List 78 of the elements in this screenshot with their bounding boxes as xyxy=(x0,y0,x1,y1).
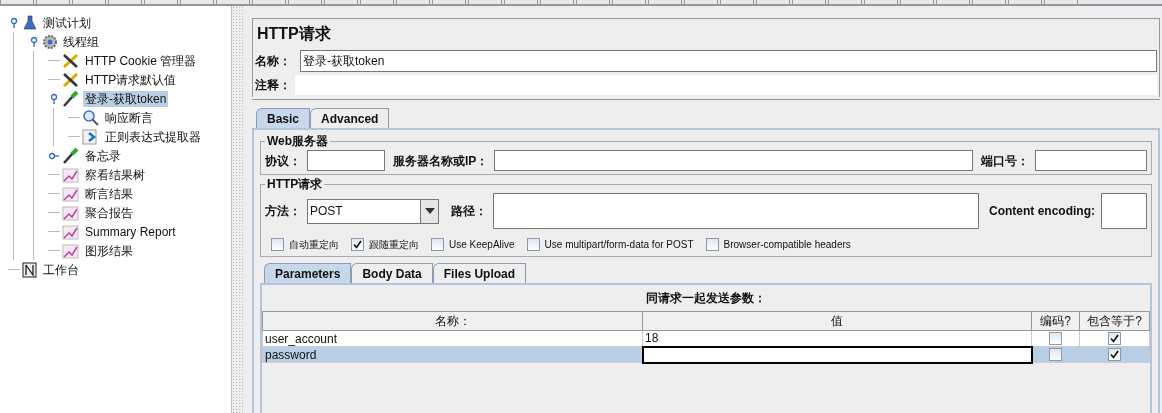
protocol-field[interactable] xyxy=(307,150,385,171)
tree-item[interactable]: 测试计划 xyxy=(41,14,93,31)
tree-item[interactable]: 察看结果树 xyxy=(83,166,147,183)
chart-icon xyxy=(62,204,80,221)
tree-item[interactable]: 断言结果 xyxy=(83,185,135,202)
tree-item[interactable]: 线程组 xyxy=(61,33,101,50)
option-label: Use KeepAlive xyxy=(449,238,515,252)
chart-icon xyxy=(62,185,80,202)
server-field[interactable] xyxy=(494,150,973,171)
port-field[interactable] xyxy=(1035,150,1147,171)
option-label: 自动重定向 xyxy=(289,238,339,252)
tree-item[interactable]: 响应断言 xyxy=(103,109,155,126)
field-label: Content encoding: xyxy=(989,203,1095,220)
pipette-icon xyxy=(62,147,80,164)
chart-icon xyxy=(62,242,80,259)
field-label: 注释： xyxy=(255,77,292,94)
field-label: 协议： xyxy=(265,152,301,170)
field-label: 路径： xyxy=(451,203,487,220)
tree-item[interactable]: 登录-获取token xyxy=(83,90,169,107)
check-icon xyxy=(353,240,362,249)
tree-item[interactable]: 图形结果 xyxy=(83,242,135,259)
tab[interactable]: Files Upload xyxy=(432,263,527,283)
tree-item[interactable]: HTTP Cookie 管理器 xyxy=(83,52,199,69)
tab[interactable]: Parameters xyxy=(264,263,352,283)
tab[interactable]: Body Data xyxy=(351,263,433,283)
collapse-handle-icon[interactable] xyxy=(48,150,60,161)
section-title: Web服务器 xyxy=(266,133,330,150)
tree-item[interactable]: 备忘录 xyxy=(83,147,123,164)
section-title: HTTP请求 xyxy=(266,176,324,193)
tools-icon xyxy=(62,71,80,88)
field-label: 名称： xyxy=(255,53,292,70)
gear-icon xyxy=(42,33,58,50)
caret-icon xyxy=(424,208,435,214)
field-label: 方法： xyxy=(265,203,301,220)
table-cell: password xyxy=(262,346,643,363)
checkbox[interactable] xyxy=(271,238,284,251)
encoding-field[interactable] xyxy=(1101,193,1147,229)
magnifier-icon xyxy=(82,109,100,126)
checkbox[interactable] xyxy=(526,238,540,251)
field-label: 服务器名称或IP： xyxy=(393,152,489,170)
checkbox[interactable] xyxy=(1108,332,1121,345)
column-header[interactable]: 名称： xyxy=(262,311,643,331)
column-header[interactable]: 包含等于? xyxy=(1079,311,1150,331)
tools-icon xyxy=(62,52,80,69)
column-header[interactable]: 值 xyxy=(642,311,1032,331)
table-cell: user_account xyxy=(262,330,643,347)
option-label: Browser-compatible headers xyxy=(723,238,851,252)
chart-icon xyxy=(62,223,80,240)
checkbox[interactable] xyxy=(705,238,719,251)
tab[interactable]: Basic xyxy=(256,108,311,128)
panel-title: HTTP请求 xyxy=(256,24,332,44)
field-label: 端口号： xyxy=(981,152,1029,170)
pipette-icon xyxy=(62,90,80,107)
tree-item[interactable]: 工作台 xyxy=(41,261,81,278)
method-dropdown[interactable]: POST xyxy=(307,198,439,224)
notebook-icon xyxy=(22,261,38,278)
checkbox[interactable] xyxy=(1108,348,1121,361)
checkbox[interactable] xyxy=(431,238,444,251)
expand-handle-icon[interactable] xyxy=(9,16,19,29)
option-label: Use multipart/form-data for POST xyxy=(544,238,694,252)
column-header[interactable]: 编码? xyxy=(1031,311,1080,331)
expand-handle-icon[interactable] xyxy=(29,35,39,48)
table-title: 同请求一起发送参数： xyxy=(645,290,767,307)
checkbox[interactable] xyxy=(351,238,364,251)
name-field[interactable]: 登录-获取token xyxy=(300,50,1157,72)
chart-icon xyxy=(62,166,80,183)
path-field[interactable] xyxy=(493,193,979,229)
tree-item[interactable]: 正则表达式提取器 xyxy=(103,128,203,145)
checkbox[interactable] xyxy=(1049,332,1062,345)
tree-item[interactable]: HTTP请求默认值 xyxy=(83,71,179,88)
flask-icon xyxy=(22,14,38,31)
table-row[interactable]: password xyxy=(262,346,1150,363)
expand-handle-icon[interactable] xyxy=(49,92,59,105)
option-label: 跟随重定向 xyxy=(369,238,419,252)
tree-item[interactable]: 聚合报告 xyxy=(83,204,135,221)
tab[interactable]: Advanced xyxy=(310,108,390,128)
checkbox[interactable] xyxy=(1049,348,1063,361)
tree-item[interactable]: Summary Report xyxy=(83,223,178,240)
